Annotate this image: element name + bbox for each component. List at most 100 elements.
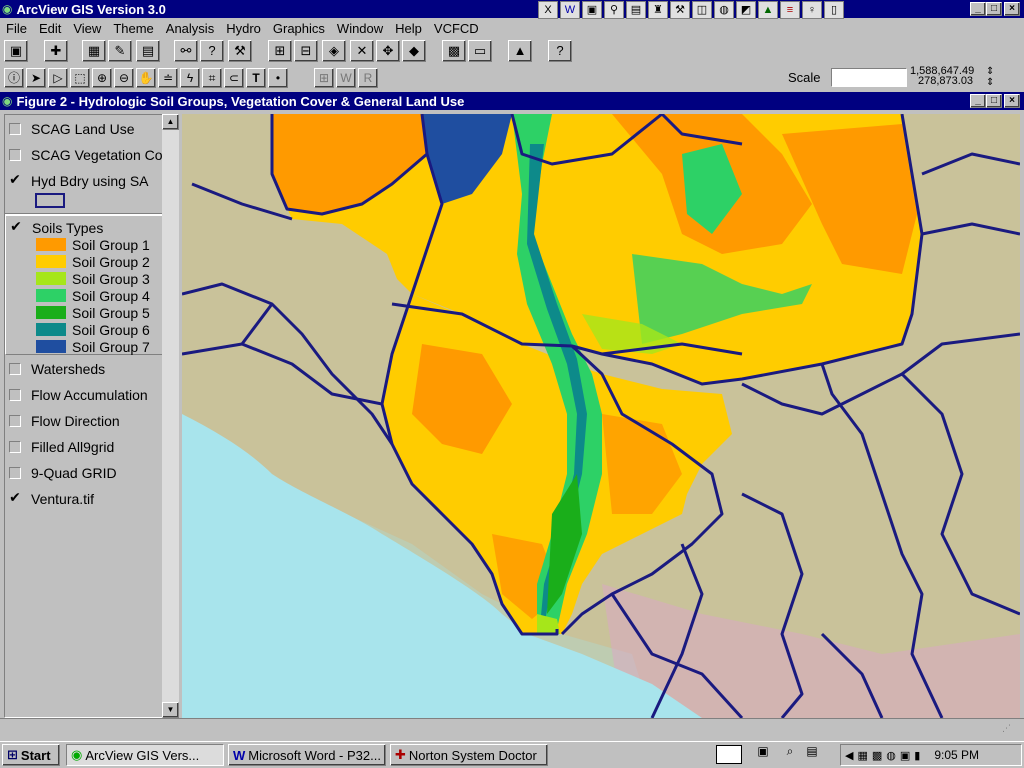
menu-hydro[interactable]: Hydro <box>220 21 267 36</box>
scroll-down-button[interactable]: ▼ <box>162 702 179 718</box>
theme-flow-direction[interactable]: Flow Direction <box>9 411 169 431</box>
menu-file[interactable]: File <box>0 21 33 36</box>
zoom-out-fixed-button[interactable]: ✥ <box>376 40 400 62</box>
theme-checkbox[interactable] <box>9 123 21 135</box>
theme-checkbox[interactable] <box>9 149 21 161</box>
clear-selection-button[interactable]: ▭ <box>468 40 492 62</box>
person-icon[interactable]: ♀ <box>802 1 822 19</box>
hammer-icon[interactable]: ⚒ <box>670 1 690 19</box>
task-norton-system-doctor[interactable]: ✚ Norton System Doctor <box>390 744 548 766</box>
add-theme-button[interactable]: ✚ <box>44 40 68 62</box>
theme-flow-accumulation[interactable]: Flow Accumulation <box>9 385 169 405</box>
zoom-in-tool[interactable]: ⊕ <box>92 68 112 88</box>
network-icon[interactable]: ▦ <box>857 749 867 762</box>
map-vertical-scrollbar[interactable] <box>1020 114 1024 718</box>
drive-icon[interactable]: ◫ <box>692 1 712 19</box>
menu-window[interactable]: Window <box>331 21 389 36</box>
pan-tool[interactable]: ✋ <box>136 68 156 88</box>
map-canvas[interactable] <box>182 114 1020 718</box>
view-minimize-button[interactable]: _ <box>970 94 986 108</box>
agent-icon[interactable]: ◍ <box>886 749 896 762</box>
app-minimize-button[interactable]: _ <box>970 2 986 16</box>
theme-soils-types[interactable]: ✔ Soils Types <box>10 218 170 238</box>
layout-button[interactable]: ▲ <box>508 40 532 62</box>
globe-icon[interactable]: ◍ <box>714 1 734 19</box>
menu-vcfcd[interactable]: VCFCD <box>428 21 485 36</box>
triangle-icon[interactable]: ▲ <box>758 1 778 19</box>
help-button[interactable]: ? <box>548 40 572 62</box>
grid-tool[interactable]: ⊞ <box>314 68 334 88</box>
menu-graphics[interactable]: Graphics <box>267 21 331 36</box>
view-maximize-button[interactable]: □ <box>986 94 1002 108</box>
pointer-tool[interactable]: ➤ <box>26 68 46 88</box>
tray-monitor-icon[interactable]: ▣ <box>752 744 774 764</box>
map-horizontal-scrollbar[interactable]: ⋰ <box>0 718 1024 740</box>
zoom-previous-button[interactable]: ◆ <box>402 40 426 62</box>
zoom-active-themes-button[interactable]: ⊟ <box>294 40 318 62</box>
zoom-out-tool[interactable]: ⊖ <box>114 68 134 88</box>
theme-checkbox[interactable] <box>9 467 21 479</box>
theme-9-quad-grid[interactable]: 9-Quad GRID <box>9 463 169 483</box>
vertex-edit-tool[interactable]: ▷ <box>48 68 68 88</box>
theme-checkbox[interactable] <box>9 415 21 427</box>
open-table-button[interactable]: ▤ <box>136 40 160 62</box>
theme-soils-types-active[interactable]: ✔ Soils Types Soil Group 1 Soil Group 2 … <box>5 215 163 355</box>
tray-notes-icon[interactable]: ▤ <box>802 744 822 764</box>
tray-box[interactable] <box>716 745 742 764</box>
zoom-in-fixed-button[interactable]: ✕ <box>350 40 374 62</box>
tray-clip-icon[interactable]: ⌕ <box>780 744 800 764</box>
printer-icon[interactable]: ▩ <box>872 749 882 762</box>
zoom-full-extent-button[interactable]: ⊞ <box>268 40 292 62</box>
theme-hyd-bdry[interactable]: ✔ Hyd Bdry using SA <box>9 171 169 191</box>
menu-edit[interactable]: Edit <box>33 21 67 36</box>
identify-tool[interactable]: ⓘ <box>4 68 24 88</box>
battery-icon[interactable]: ▮ <box>914 749 920 762</box>
view-close-button[interactable]: × <box>1004 94 1020 108</box>
resize-grip-icon[interactable]: ⋰ <box>1002 723 1018 737</box>
theme-ventura-tif[interactable]: ✔ Ventura.tif <box>9 489 169 509</box>
scroll-up-button[interactable]: ▲ <box>162 114 179 130</box>
theme-checkbox-checked[interactable]: ✔ <box>9 172 21 187</box>
area-of-interest-tool[interactable]: ⌗ <box>202 68 222 88</box>
find-button[interactable]: ⚯ <box>174 40 198 62</box>
menu-view[interactable]: View <box>67 21 107 36</box>
select-by-theme-button[interactable]: ▩ <box>442 40 466 62</box>
theme-checkbox-checked[interactable]: ✔ <box>10 219 22 234</box>
legend-scrollbar[interactable]: ▲ ▼ <box>162 114 179 718</box>
hotlink-tool[interactable]: ϟ <box>180 68 200 88</box>
menu-help[interactable]: Help <box>389 21 428 36</box>
theme-filled-all9grid[interactable]: Filled All9grid <box>9 437 169 457</box>
label-tool[interactable]: ⊂ <box>224 68 244 88</box>
start-button[interactable]: ⊞ Start <box>2 744 60 766</box>
draw-point-tool[interactable]: • <box>268 68 288 88</box>
people-icon[interactable]: ♜ <box>648 1 668 19</box>
query-builder-button[interactable]: ? <box>200 40 224 62</box>
flag-icon[interactable]: ≡ <box>780 1 800 19</box>
app-maximize-button[interactable]: □ <box>986 2 1002 16</box>
text-tool[interactable]: T <box>246 68 266 88</box>
word-icon[interactable]: W <box>560 1 580 19</box>
display-icon[interactable]: ▣ <box>900 749 910 762</box>
menu-theme[interactable]: Theme <box>107 21 159 36</box>
task-microsoft-word[interactable]: W Microsoft Word - P32... <box>228 744 386 766</box>
theme-checkbox[interactable] <box>9 389 21 401</box>
task-arcview[interactable]: ◉ ArcView GIS Vers... <box>66 744 224 766</box>
search-icon[interactable]: ⚲ <box>604 1 624 19</box>
theme-scag-vegetation-cover[interactable]: SCAG Vegetation Cover <box>9 145 169 165</box>
measure-tool[interactable]: ≐ <box>158 68 178 88</box>
locate-address-button[interactable]: ⚒ <box>228 40 252 62</box>
theme-watersheds[interactable]: Watersheds <box>9 359 169 379</box>
edit-legend-button[interactable]: ✎ <box>108 40 132 62</box>
monitor-icon[interactable]: ▣ <box>582 1 602 19</box>
map-icon[interactable]: ◩ <box>736 1 756 19</box>
river-tool[interactable]: R <box>358 68 378 88</box>
theme-checkbox-checked[interactable]: ✔ <box>9 490 21 505</box>
watershed-tool[interactable]: W <box>336 68 356 88</box>
theme-checkbox[interactable] <box>9 363 21 375</box>
save-project-button[interactable]: ▣ <box>4 40 28 62</box>
select-feature-tool[interactable]: ⬚ <box>70 68 90 88</box>
theme-scag-land-use[interactable]: SCAG Land Use <box>9 119 169 139</box>
theme-properties-button[interactable]: ▦ <box>82 40 106 62</box>
speaker-icon[interactable]: ◀ <box>845 749 853 762</box>
image-icon[interactable]: ▤ <box>626 1 646 19</box>
